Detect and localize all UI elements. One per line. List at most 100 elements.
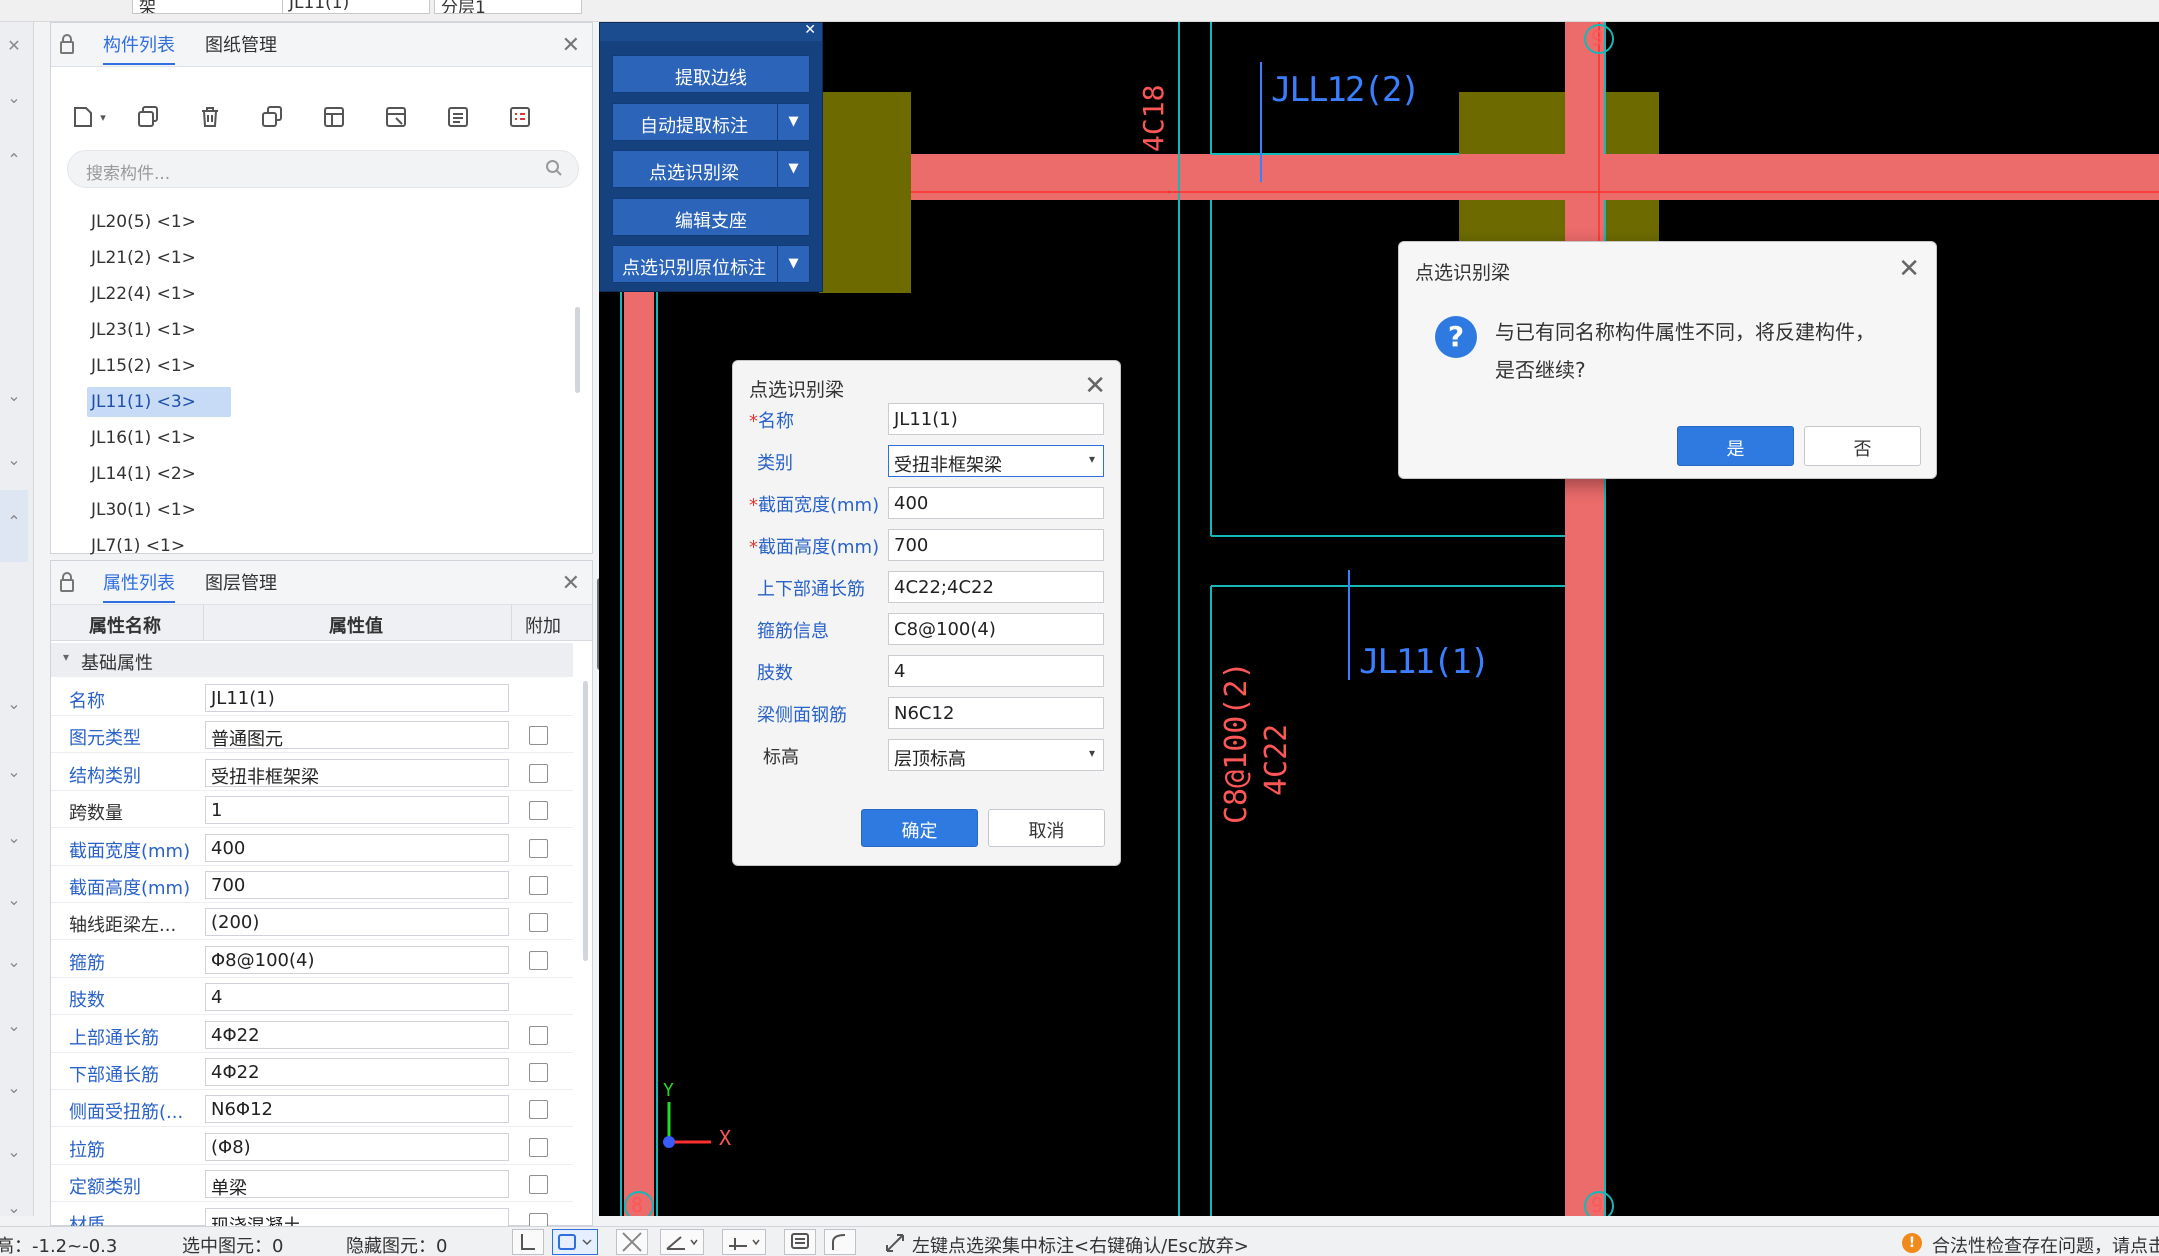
- dropdown-arrow-icon[interactable]: ▼: [777, 246, 809, 282]
- property-row[interactable]: 侧面受扭筋(... N6Φ12: [51, 1090, 573, 1128]
- extra-checkbox[interactable]: [529, 763, 548, 783]
- layer-select[interactable]: 分层1: [434, 0, 582, 14]
- tab-property-list[interactable]: 属性列表: [103, 569, 175, 603]
- edge-close-icon[interactable]: ✕: [4, 36, 24, 55]
- extra-checkbox[interactable]: [529, 1100, 548, 1120]
- chevron-down-icon[interactable]: ⌄: [4, 450, 24, 469]
- tab-component-list[interactable]: 构件列表: [103, 31, 175, 65]
- property-row[interactable]: 肢数 4: [51, 978, 573, 1016]
- property-row[interactable]: 跨数量 1: [51, 791, 573, 829]
- component-list-item[interactable]: JL14(1) <2>: [87, 459, 200, 489]
- validation-warning[interactable]: 合法性检查存在问题，请点击: [1932, 1232, 2159, 1256]
- property-value-input[interactable]: 受扭非框架梁: [205, 758, 509, 787]
- field-select[interactable]: 受扭非框架梁 ▾: [888, 445, 1104, 477]
- ok-button[interactable]: 确定: [861, 809, 978, 847]
- import-icon[interactable]: [315, 99, 353, 135]
- chevron-down-icon[interactable]: ⌄: [4, 1016, 24, 1035]
- type-select[interactable]: 架: [132, 0, 300, 14]
- property-value-input[interactable]: 700: [205, 871, 509, 899]
- extra-checkbox[interactable]: [529, 913, 548, 933]
- cancel-button[interactable]: 取消: [988, 809, 1105, 847]
- chevron-down-icon[interactable]: ⌄: [4, 694, 24, 713]
- copy-icon[interactable]: [129, 99, 167, 135]
- new-component-icon[interactable]: ▾: [69, 99, 107, 135]
- property-row[interactable]: 箍筋 Φ8@100(4): [51, 941, 573, 978]
- yes-button[interactable]: 是: [1677, 426, 1794, 466]
- tab-layer-management[interactable]: 图层管理: [205, 569, 277, 601]
- property-row[interactable]: 定额类别 单梁: [51, 1165, 573, 1203]
- field-input[interactable]: N6C12: [888, 697, 1104, 729]
- close-icon[interactable]: ✕: [1898, 256, 1920, 282]
- extra-checkbox[interactable]: [529, 1137, 548, 1157]
- component-list-item[interactable]: JL20(5) <1>: [87, 207, 200, 237]
- palette-button[interactable]: 自动提取标注 ▼: [612, 102, 810, 141]
- property-value-input[interactable]: 400: [205, 833, 509, 862]
- property-value-input[interactable]: N6Φ12: [205, 1095, 509, 1124]
- field-input[interactable]: 700: [888, 529, 1104, 561]
- property-row[interactable]: 图元类型 普通图元: [51, 716, 573, 754]
- copy-to-floor-icon[interactable]: [253, 99, 291, 135]
- delete-icon[interactable]: [191, 99, 229, 135]
- component-list-scrollbar[interactable]: [575, 307, 580, 393]
- property-value-input[interactable]: 单梁: [205, 1170, 509, 1199]
- chevron-down-icon[interactable]: ⌄: [4, 890, 24, 909]
- property-value-input[interactable]: 普通图元: [205, 721, 509, 750]
- extra-checkbox[interactable]: [529, 801, 548, 821]
- group-basic-properties[interactable]: ▾ 基础属性: [51, 643, 573, 677]
- extra-checkbox[interactable]: [529, 838, 548, 858]
- angle-tool-icon[interactable]: [660, 1229, 704, 1255]
- no-button[interactable]: 否: [1804, 426, 1921, 466]
- lock-icon[interactable]: [59, 571, 75, 593]
- palette-button[interactable]: 点选识别梁 ▼: [612, 150, 810, 188]
- property-value-input[interactable]: (Φ8): [205, 1132, 509, 1161]
- lock-icon[interactable]: [59, 33, 75, 55]
- property-value-input[interactable]: 4: [205, 983, 509, 1012]
- arc-tool-icon[interactable]: [824, 1229, 856, 1255]
- component-list-item[interactable]: JL23(1) <1>: [87, 315, 200, 345]
- palette-button[interactable]: 点选识别原位标注 ▼: [612, 245, 810, 283]
- property-row[interactable]: 结构类别 受扭非框架梁: [51, 754, 573, 791]
- chevron-down-icon[interactable]: ⌄: [4, 386, 24, 405]
- dropdown-arrow-icon[interactable]: ▾: [1089, 452, 1095, 466]
- property-row[interactable]: 上部通长筋 4Φ22: [51, 1016, 573, 1053]
- palette-button[interactable]: 编辑支座: [612, 197, 810, 236]
- chevron-down-icon[interactable]: ⌄: [4, 762, 24, 781]
- component-list-item[interactable]: JL7(1) <1>: [87, 531, 189, 561]
- field-input[interactable]: JL11(1): [888, 403, 1104, 435]
- close-icon[interactable]: ✕: [1084, 373, 1106, 399]
- select-mode-icon[interactable]: [552, 1229, 598, 1255]
- search-icon[interactable]: [545, 159, 563, 182]
- layer-tool-icon[interactable]: [784, 1229, 816, 1255]
- extra-checkbox[interactable]: [529, 950, 548, 970]
- palette-close-icon[interactable]: ✕: [804, 22, 816, 38]
- component-list-item[interactable]: JL15(2) <1>: [87, 351, 200, 381]
- field-input[interactable]: 4: [888, 655, 1104, 687]
- extra-checkbox[interactable]: [529, 726, 548, 746]
- property-row[interactable]: 下部通长筋 4Φ22: [51, 1053, 573, 1090]
- property-value-input[interactable]: JL11(1): [205, 684, 509, 712]
- property-value-input[interactable]: 4Φ22: [205, 1058, 509, 1086]
- close-icon[interactable]: ✕: [562, 573, 580, 595]
- property-row[interactable]: 截面高度(mm) 700: [51, 866, 573, 903]
- extra-checkbox[interactable]: [529, 1025, 548, 1045]
- dropdown-arrow-icon[interactable]: ▾: [1089, 746, 1095, 760]
- property-row[interactable]: 轴线距梁左... (200): [51, 903, 573, 941]
- chevron-down-icon[interactable]: ⌄: [4, 828, 24, 847]
- list-view-icon[interactable]: [439, 99, 477, 135]
- component-search-input[interactable]: 搜索构件...: [67, 150, 579, 188]
- field-select[interactable]: 层顶标高 ▾: [888, 739, 1104, 771]
- dropdown-arrow-icon[interactable]: ▼: [777, 151, 809, 187]
- property-value-input[interactable]: (200): [205, 908, 509, 937]
- chevron-down-icon[interactable]: ⌄: [4, 952, 24, 971]
- chevron-down-icon[interactable]: ⌄: [4, 88, 24, 107]
- chevron-down-icon[interactable]: ⌄: [4, 1142, 24, 1161]
- property-row[interactable]: 截面宽度(mm) 400: [51, 829, 573, 866]
- chevron-down-icon[interactable]: ⌄: [4, 1198, 24, 1217]
- chevron-up-icon[interactable]: ⌃: [4, 512, 24, 531]
- caret-down-icon[interactable]: ▾: [63, 650, 69, 664]
- chevron-down-icon[interactable]: ⌄: [4, 1078, 24, 1097]
- ortho-tool-icon[interactable]: [512, 1229, 544, 1255]
- tab-drawing-management[interactable]: 图纸管理: [205, 31, 277, 63]
- extra-checkbox[interactable]: [529, 876, 548, 895]
- chevron-up-icon[interactable]: ⌃: [4, 150, 24, 169]
